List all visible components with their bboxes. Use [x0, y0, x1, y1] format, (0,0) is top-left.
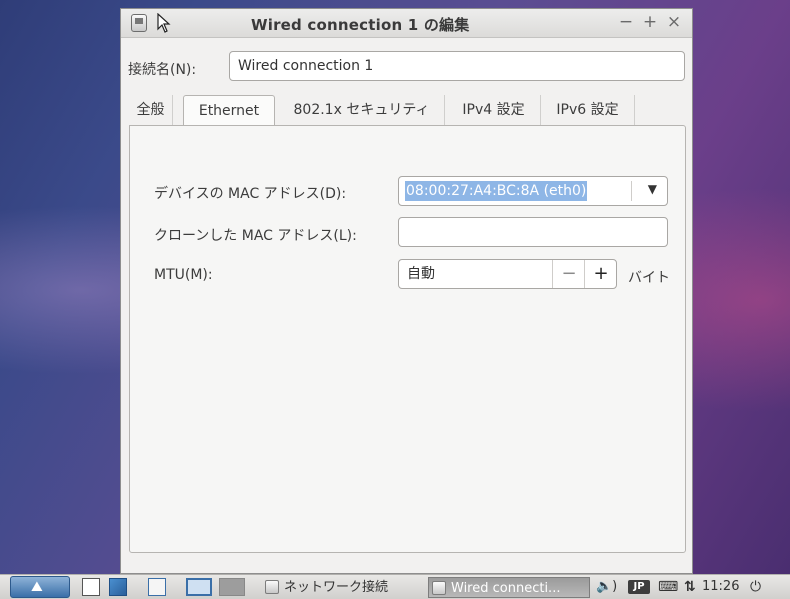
tab-ethernet[interactable]: Ethernet	[183, 95, 275, 127]
mtu-decrement-button[interactable]: −	[552, 260, 585, 288]
volume-icon[interactable]: 🔈)	[596, 577, 617, 597]
close-button[interactable]: ×	[665, 13, 683, 31]
mtu-spinbox[interactable]: 自動 − +	[398, 259, 617, 289]
device-mac-label: デバイスの MAC アドレス(D):	[154, 186, 347, 202]
minimize-button[interactable]: −	[617, 13, 635, 31]
connection-name-input[interactable]: Wired connection 1	[229, 51, 685, 81]
network-app-icon	[265, 580, 279, 594]
combo-divider	[631, 181, 632, 201]
file-manager-icon[interactable]	[82, 578, 100, 596]
device-mac-value[interactable]: 08:00:27:A4:BC:8A (eth0)	[405, 181, 588, 201]
ethernet-panel: デバイスの MAC アドレス(D): 08:00:27:A4:BC:8A (et…	[129, 125, 686, 553]
task-label: ネットワーク接続	[284, 580, 389, 595]
tab-general[interactable]: 全般	[129, 95, 173, 125]
tab-8021x-security[interactable]: 802.1x セキュリティ	[279, 95, 445, 125]
connection-editor-window: Wired connection 1 の編集 − + × 接続名(N): Wir…	[120, 8, 693, 574]
maximize-button[interactable]: +	[641, 13, 659, 31]
network-activity-icon[interactable]: ⇅	[684, 577, 696, 597]
keyboard-layout-indicator[interactable]: JP	[628, 580, 650, 594]
desktop-icon[interactable]	[109, 578, 127, 596]
taskbar: ⛰ ネットワーク接続 Wired connecti... 🔈) JP ⌨ ⇅ 1…	[0, 574, 790, 599]
tab-ipv6-settings[interactable]: IPv6 設定	[541, 95, 635, 125]
task-wired-connection[interactable]: Wired connecti...	[428, 577, 590, 598]
workspace-1-icon[interactable]	[148, 578, 166, 596]
cloned-mac-label: クローンした MAC アドレス(L):	[154, 228, 357, 244]
mouse-pointer-icon	[157, 13, 171, 33]
window-title: Wired connection 1 の編集	[251, 16, 470, 34]
task-label: Wired connecti...	[451, 581, 561, 596]
clock[interactable]: 11:26	[702, 577, 739, 597]
app-icon	[131, 14, 147, 32]
tab-ipv4-settings[interactable]: IPv4 設定	[447, 95, 541, 125]
cloned-mac-input[interactable]	[398, 217, 668, 247]
mtu-unit-label: バイト	[628, 270, 670, 286]
start-logo-icon: ⛰	[31, 579, 43, 595]
mtu-increment-button[interactable]: +	[584, 260, 617, 288]
task-network-connections[interactable]: ネットワーク接続	[262, 577, 412, 598]
power-icon[interactable]: ⏻	[750, 577, 778, 597]
device-mac-combobox[interactable]: 08:00:27:A4:BC:8A (eth0) ▼	[398, 176, 668, 206]
connection-name-label: 接続名(N):	[128, 62, 197, 78]
mtu-label: MTU(M):	[154, 267, 213, 283]
workspace-3-icon[interactable]	[219, 578, 245, 596]
dropdown-arrow-icon[interactable]: ▼	[648, 182, 657, 196]
workspace-2-icon[interactable]	[186, 578, 212, 596]
keyboard-icon[interactable]: ⌨	[658, 577, 678, 597]
start-menu-button[interactable]: ⛰	[10, 576, 70, 598]
network-app-icon	[432, 581, 446, 595]
window-titlebar[interactable]: Wired connection 1 の編集 − + ×	[121, 9, 692, 38]
mtu-value[interactable]: 自動	[407, 260, 435, 288]
